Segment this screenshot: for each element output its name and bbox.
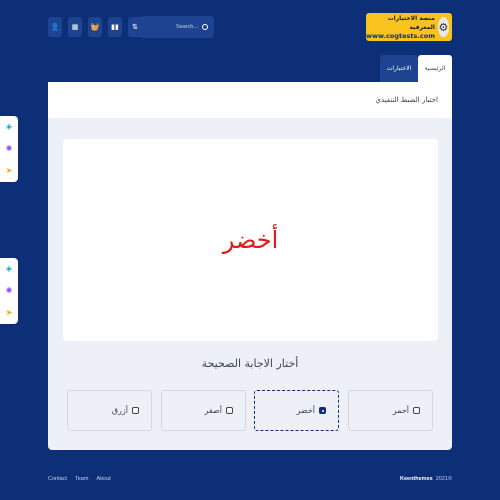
search-icon[interactable]	[202, 24, 208, 30]
option-label: أصفر	[204, 406, 222, 415]
option-yellow[interactable]: أصفر	[161, 390, 246, 431]
answer-options: أحمر أخضر أصفر أزرق	[67, 390, 433, 431]
main-content: اختبار الضبط التنفيذي أخضر أختار الاجابة…	[48, 82, 452, 450]
footer-link-team[interactable]: Team	[75, 476, 88, 482]
user-icon[interactable]: 👤	[48, 17, 62, 37]
search-input[interactable]: Search...	[140, 16, 214, 38]
logo-title: منصة الاختبارات المعرفية	[387, 14, 435, 31]
footer-brand[interactable]: Keenthemes	[400, 476, 433, 482]
layers-icon[interactable]: ◈	[6, 265, 12, 273]
brain-icon: ⚙	[437, 17, 449, 37]
radio-icon[interactable]	[132, 407, 139, 414]
footer-link-about[interactable]: About	[96, 476, 110, 482]
chart-icon[interactable]: ▮▮	[108, 17, 122, 37]
send-icon[interactable]: ➤	[6, 167, 13, 175]
question-card: أخضر	[63, 139, 438, 341]
footer-link-contact[interactable]: Contact	[48, 476, 67, 482]
option-green[interactable]: أخضر	[254, 390, 339, 431]
toolbar: 👤 ▦ 🧺 ▮▮ ⇅	[48, 17, 142, 37]
tab-tests[interactable]: الاختبارات	[380, 55, 418, 82]
send-icon[interactable]: ➤	[6, 309, 13, 317]
footer: Contact Team About Keenthemes 2021©	[0, 476, 500, 490]
option-label: أخضر	[296, 406, 315, 415]
subheader: اختبار الضبط التنفيذي	[48, 82, 452, 118]
footer-links: Contact Team About	[48, 476, 111, 482]
option-blue[interactable]: أزرق	[67, 390, 152, 431]
nav-tabs: الرئيسية الاختبارات	[380, 55, 452, 82]
option-red[interactable]: أحمر	[348, 390, 433, 431]
header: 👤 ▦ 🧺 ▮▮ ⇅ Search... منصة الاختبارات الم…	[0, 0, 500, 54]
page-title: اختبار الضبط التنفيذي	[375, 96, 438, 104]
logo[interactable]: منصة الاختبارات المعرفية www.cogtests.co…	[366, 13, 452, 41]
search-placeholder: Search...	[175, 24, 198, 30]
radio-icon[interactable]	[226, 407, 233, 414]
gear-icon[interactable]: ✺	[6, 145, 13, 153]
stimulus-word: أخضر	[222, 226, 279, 254]
answer-prompt: أختار الاجابة الصحيحة	[201, 357, 299, 370]
footer-year: 2021©	[435, 476, 452, 482]
layers-icon[interactable]: ◈	[6, 123, 12, 131]
tab-home[interactable]: الرئيسية	[418, 55, 452, 82]
grid-icon[interactable]: ▦	[68, 17, 82, 37]
footer-copyright: Keenthemes 2021©	[400, 476, 452, 482]
side-toolbar-2: ◈ ✺ ➤	[0, 258, 18, 324]
option-label: أزرق	[111, 406, 128, 415]
basket-icon[interactable]: 🧺	[88, 17, 102, 37]
radio-icon[interactable]	[413, 407, 420, 414]
option-label: أحمر	[392, 406, 409, 415]
radio-checked-icon[interactable]	[319, 407, 326, 414]
logo-url: www.cogtests.com	[366, 31, 435, 40]
gear-icon[interactable]: ✺	[6, 287, 13, 295]
side-toolbar-1: ◈ ✺ ➤	[0, 116, 18, 182]
